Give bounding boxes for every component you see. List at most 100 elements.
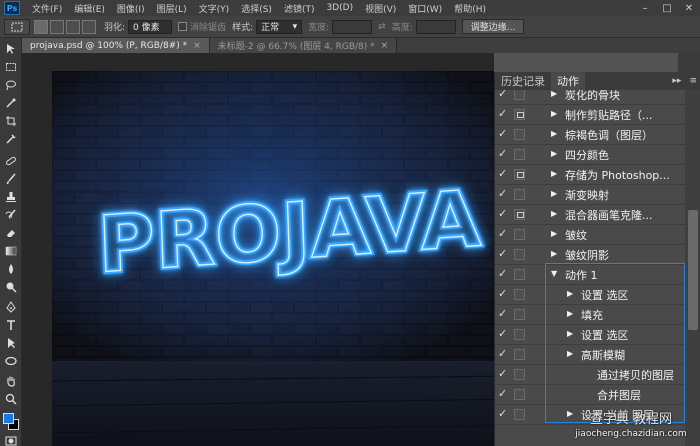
expand-triangle-icon[interactable]: ▶ xyxy=(551,149,559,159)
pen-tool[interactable] xyxy=(3,300,19,314)
menu-file[interactable]: 文件(F) xyxy=(26,2,68,15)
scroll-thumb[interactable] xyxy=(688,210,698,330)
eyedropper-tool[interactable] xyxy=(3,132,19,146)
zoom-tool[interactable] xyxy=(3,392,19,406)
check-icon[interactable]: ✓ xyxy=(498,368,508,380)
new-selection-button[interactable] xyxy=(34,19,48,34)
foreground-color-swatch[interactable] xyxy=(3,413,14,424)
check-icon[interactable]: ✓ xyxy=(498,408,508,420)
expand-triangle-icon[interactable]: ▶ xyxy=(551,229,559,239)
expand-triangle-icon[interactable]: ▶ xyxy=(551,109,559,119)
action-row[interactable]: ✓ ▶ 高斯模糊 xyxy=(495,345,685,365)
close-button[interactable]: ✕ xyxy=(678,0,700,16)
dialog-toggle-icon[interactable] xyxy=(514,129,525,140)
shape-tool[interactable] xyxy=(3,354,19,368)
swap-icon[interactable]: ⇄ xyxy=(378,22,386,32)
action-row[interactable]: ✓ ▶ 制作剪贴路径（... xyxy=(495,105,685,125)
style-select[interactable]: 正常 ▾ xyxy=(256,19,303,34)
dodge-tool[interactable] xyxy=(3,280,19,294)
check-icon[interactable]: ✓ xyxy=(498,288,508,300)
history-brush-tool[interactable] xyxy=(3,208,19,222)
action-row[interactable]: ✓ ▶ 皱纹 xyxy=(495,225,685,245)
check-icon[interactable]: ✓ xyxy=(498,308,508,320)
expand-triangle-icon[interactable]: ▶ xyxy=(551,90,559,99)
menu-type[interactable]: 文字(Y) xyxy=(193,2,236,15)
collapse-triangle-icon[interactable]: ▼ xyxy=(551,269,559,279)
panel-scrollbar[interactable] xyxy=(685,90,700,446)
dialog-toggle-icon[interactable] xyxy=(514,309,525,320)
crop-tool[interactable] xyxy=(3,114,19,128)
action-row[interactable]: ✓ ▶ 填充 xyxy=(495,305,685,325)
check-icon[interactable]: ✓ xyxy=(498,168,508,180)
move-tool[interactable] xyxy=(3,42,19,56)
maximize-button[interactable]: □ xyxy=(656,0,678,16)
action-row[interactable]: ✓ ▶ 四分颜色 xyxy=(495,145,685,165)
check-icon[interactable]: ✓ xyxy=(498,268,508,280)
action-row[interactable]: ✓ ▶ 存储为 Photoshop... xyxy=(495,165,685,185)
expand-triangle-icon[interactable]: ▶ xyxy=(567,349,575,359)
action-row[interactable]: ✓ ▶ 炭化的骨块 xyxy=(495,90,685,105)
dialog-toggle-icon[interactable] xyxy=(514,109,525,120)
subtract-selection-button[interactable] xyxy=(66,19,80,34)
panel-menu-icon[interactable]: ≡ xyxy=(689,76,697,86)
action-row[interactable]: ✓ 合并图层 xyxy=(495,385,685,405)
dialog-toggle-icon[interactable] xyxy=(514,209,525,220)
check-icon[interactable]: ✓ xyxy=(498,328,508,340)
add-selection-button[interactable] xyxy=(50,19,64,34)
doc-tab-untitled-2[interactable]: 未标题-2 @ 66.7% (图层 4, RGB/8) * × xyxy=(209,38,398,53)
refine-edge-button[interactable]: 调整边缘... xyxy=(461,19,525,34)
tool-preset-picker[interactable] xyxy=(4,18,30,35)
marquee-tool[interactable] xyxy=(3,60,19,74)
check-icon[interactable]: ✓ xyxy=(498,188,508,200)
close-icon[interactable]: × xyxy=(193,41,201,51)
check-icon[interactable]: ✓ xyxy=(498,228,508,240)
expand-triangle-icon[interactable]: ▶ xyxy=(567,309,575,319)
action-row[interactable]: ✓ 通过拷贝的图层 xyxy=(495,365,685,385)
check-icon[interactable]: ✓ xyxy=(498,388,508,400)
healing-tool[interactable] xyxy=(3,154,19,168)
menu-layer[interactable]: 图层(L) xyxy=(151,2,193,15)
menu-3d[interactable]: 3D(D) xyxy=(320,3,359,13)
expand-triangle-icon[interactable]: ▶ xyxy=(551,209,559,219)
check-icon[interactable]: ✓ xyxy=(498,248,508,260)
quick-mask-button[interactable] xyxy=(3,434,19,446)
dialog-toggle-icon[interactable] xyxy=(514,409,525,420)
path-select-tool[interactable] xyxy=(3,336,19,350)
quick-select-tool[interactable] xyxy=(3,96,19,110)
expand-triangle-icon[interactable]: ▶ xyxy=(551,249,559,259)
gradient-tool[interactable] xyxy=(3,244,19,258)
hand-tool[interactable] xyxy=(3,374,19,388)
brush-tool[interactable] xyxy=(3,172,19,186)
menu-image[interactable]: 图像(I) xyxy=(111,2,151,15)
menu-filter[interactable]: 滤镜(T) xyxy=(278,2,321,15)
menu-edit[interactable]: 编辑(E) xyxy=(68,2,111,15)
dialog-toggle-icon[interactable] xyxy=(514,249,525,260)
dialog-toggle-icon[interactable] xyxy=(514,149,525,160)
check-icon[interactable]: ✓ xyxy=(498,90,508,100)
expand-triangle-icon[interactable]: ▶ xyxy=(567,289,575,299)
eraser-tool[interactable] xyxy=(3,226,19,240)
lasso-tool[interactable] xyxy=(3,78,19,92)
type-tool[interactable] xyxy=(3,318,19,332)
check-icon[interactable]: ✓ xyxy=(498,128,508,140)
menu-view[interactable]: 视图(V) xyxy=(359,2,402,15)
dialog-toggle-icon[interactable] xyxy=(514,269,525,280)
document-canvas[interactable]: PROJAVA PROJAVA xyxy=(52,71,494,446)
dialog-toggle-icon[interactable] xyxy=(514,389,525,400)
stamp-tool[interactable] xyxy=(3,190,19,204)
expand-triangle-icon[interactable]: ▶ xyxy=(551,129,559,139)
action-row[interactable]: ✓ ▶ 设置 选区 xyxy=(495,285,685,305)
width-input[interactable] xyxy=(332,19,373,34)
close-icon[interactable]: × xyxy=(381,41,389,51)
minimize-button[interactable]: – xyxy=(634,0,656,16)
expand-triangle-icon[interactable]: ▶ xyxy=(551,169,559,179)
check-icon[interactable]: ✓ xyxy=(498,108,508,120)
dialog-toggle-icon[interactable] xyxy=(514,369,525,380)
check-icon[interactable]: ✓ xyxy=(498,208,508,220)
action-row[interactable]: ✓ ▶ 设置 选区 xyxy=(495,325,685,345)
feather-input[interactable]: 0 像素 xyxy=(128,19,173,34)
expand-triangle-icon[interactable]: ▶ xyxy=(551,189,559,199)
dialog-toggle-icon[interactable] xyxy=(514,229,525,240)
action-row[interactable]: ✓ ▶ 棕褐色调（图层） xyxy=(495,125,685,145)
menu-select[interactable]: 选择(S) xyxy=(235,2,278,15)
